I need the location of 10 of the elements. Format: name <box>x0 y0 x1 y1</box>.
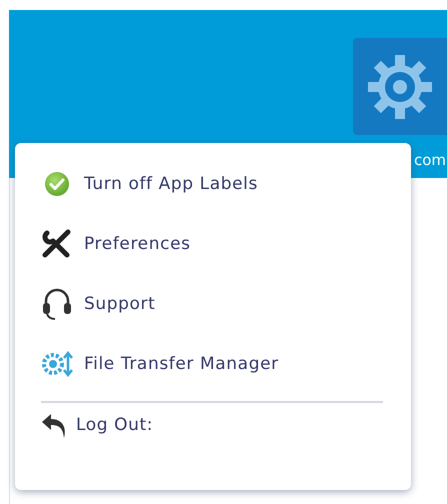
domain-text: com <box>414 151 447 169</box>
menu-item[interactable]: Support <box>40 274 380 334</box>
settings-icon <box>368 52 432 120</box>
settings-button[interactable] <box>353 38 447 135</box>
gear-arrows-icon <box>40 351 74 377</box>
menu-item[interactable]: Turn off App Labels <box>40 154 380 214</box>
log-out-menu-item[interactable]: Log Out: <box>40 395 380 455</box>
menu-item[interactable]: File Transfer Manager <box>40 334 380 394</box>
menu-item[interactable]: Preferences <box>40 214 380 274</box>
headset-icon <box>40 287 74 321</box>
